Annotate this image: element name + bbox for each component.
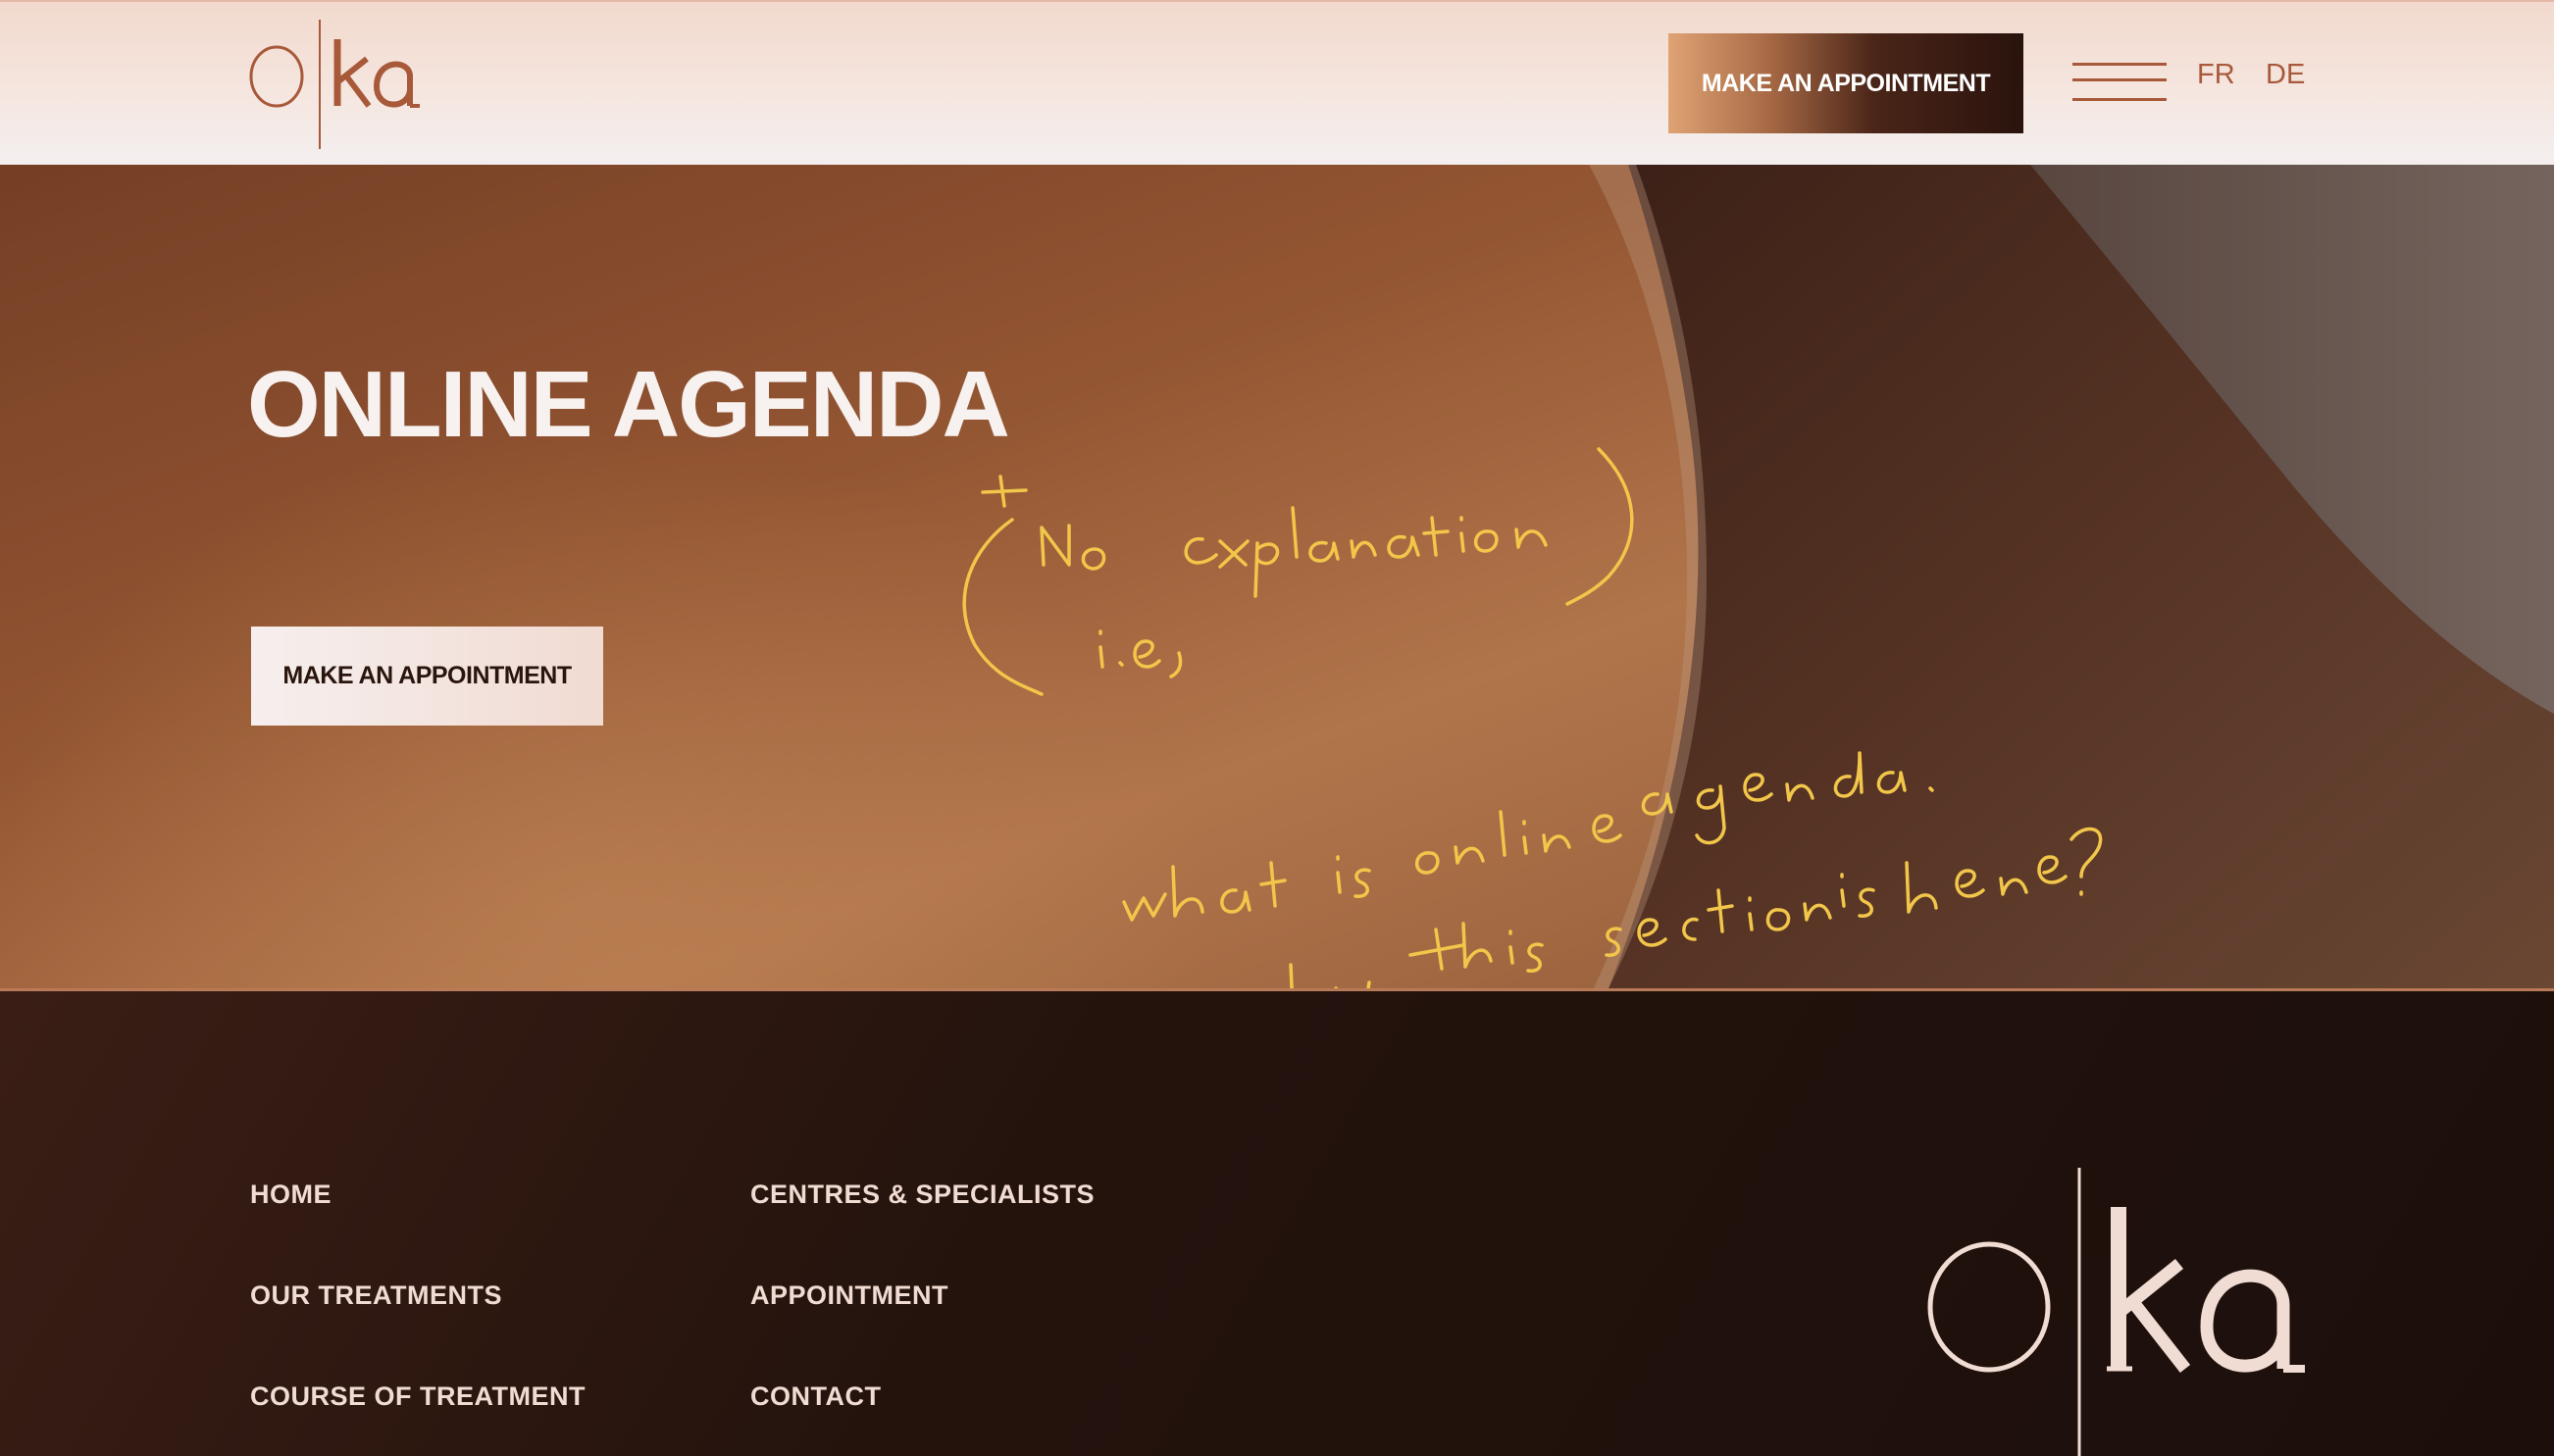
oka-logo[interactable] (247, 16, 434, 151)
footer-oka-logo[interactable] (1922, 1168, 2315, 1456)
page-title: ONLINE AGENDA (247, 352, 1010, 457)
footer-link-contact[interactable]: CONTACT (750, 1381, 881, 1412)
menu-icon-line (2072, 63, 2167, 66)
oka-logo-mark (249, 20, 420, 149)
make-appointment-button[interactable]: MAKE AN APPOINTMENT (1668, 33, 2023, 133)
footer-link-appointment[interactable]: APPOINTMENT (750, 1280, 948, 1311)
footer-link-home[interactable]: HOME (250, 1180, 332, 1210)
hero-section: ONLINE AGENDA MAKE AN APPOINTMENT (0, 165, 2554, 988)
site-footer: HOME OUR TREATMENTS COURSE OF TREATMENT … (0, 988, 2554, 1456)
menu-icon-line (2072, 78, 2167, 81)
footer-oka-logo-mark (1927, 1168, 2305, 1456)
menu-icon-line (2072, 98, 2167, 101)
menu-icon[interactable] (2072, 59, 2167, 106)
footer-link-centres-specialists[interactable]: CENTRES & SPECIALISTS (750, 1180, 1095, 1210)
language-fr-link[interactable]: FR (2197, 59, 2235, 91)
hero-background-image (0, 165, 2554, 988)
language-de-link[interactable]: DE (2266, 59, 2305, 91)
site-header: MAKE AN APPOINTMENT FR DE (0, 0, 2554, 165)
footer-link-our-treatments[interactable]: OUR TREATMENTS (250, 1280, 502, 1311)
hero-make-appointment-button[interactable]: MAKE AN APPOINTMENT (251, 627, 603, 726)
footer-link-course-of-treatment[interactable]: COURSE OF TREATMENT (250, 1381, 586, 1412)
